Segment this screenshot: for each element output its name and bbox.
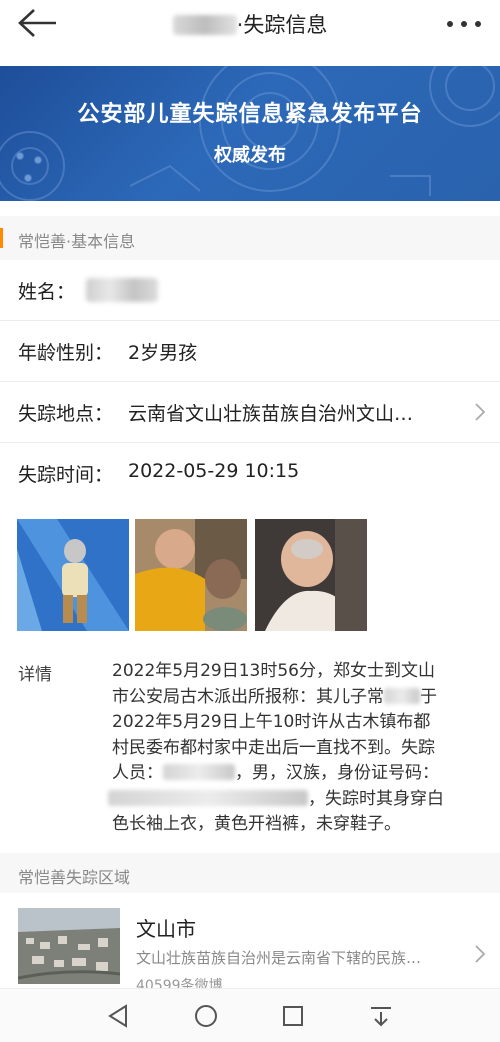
- redacted-name-value: [86, 278, 158, 302]
- details-line: 2022年5月29日上午10时许从古木镇布都: [112, 712, 431, 732]
- more-dots-icon[interactable]: [444, 14, 484, 34]
- location-label: 失踪地点：: [18, 403, 114, 425]
- child-photo-2[interactable]: [135, 519, 247, 631]
- redacted-text: [163, 764, 235, 780]
- time-row: 失踪时间： 2022-05-29 10:15: [0, 443, 500, 503]
- photo-strip: [0, 505, 500, 645]
- redacted-text: [384, 687, 420, 704]
- chevron-right-icon: [475, 403, 486, 421]
- chevron-right-icon: [475, 945, 486, 963]
- city-name: 文山市: [136, 917, 196, 941]
- area-card[interactable]: 文山市 文山壮族苗族自治州是云南省下辖的民族… 40599条微博: [0, 893, 500, 994]
- child-photo-1[interactable]: [17, 519, 129, 631]
- top-bar: ·失踪信息: [0, 0, 500, 46]
- location-value: 云南省文山壮族苗族自治州文山…: [128, 403, 414, 425]
- city-thumbnail: [18, 908, 120, 984]
- location-row[interactable]: 失踪地点： 云南省文山壮族苗族自治州文山…: [0, 382, 500, 443]
- time-value: 2022-05-29 10:15: [128, 460, 300, 482]
- details-label: 详情: [18, 665, 52, 685]
- details-line: 2022年5月29日13时56分，郑女士到文山: [112, 661, 435, 681]
- age-gender-label: 年龄性别：: [18, 342, 114, 364]
- menu-down-icon[interactable]: [366, 1001, 396, 1031]
- area-header: 常恺善失踪区域: [0, 853, 500, 893]
- basic-info-title: 常恺善·基本信息: [18, 232, 136, 251]
- redacted-name: [172, 15, 237, 35]
- age-gender-row: 年龄性别： 2岁男孩: [0, 321, 500, 382]
- name-row: 姓名：: [0, 260, 500, 321]
- details-text: 2022年5月29日13时56分，郑女士到文山 市公安局古木派出所报称：其儿子常…: [108, 659, 482, 838]
- details-line: 色长袖上衣，黄色开裆裤，未穿鞋子。: [112, 814, 401, 834]
- age-gender-value: 2岁男孩: [128, 342, 198, 364]
- circle-home-icon[interactable]: [191, 1001, 221, 1031]
- system-nav-bar: [0, 988, 500, 1042]
- gear-pattern: [0, 66, 500, 201]
- details-block: 详情 2022年5月29日13时56分，郑女士到文山 市公安局古木派出所报称：其…: [0, 645, 500, 845]
- banner: 公安部儿童失踪信息紧急发布平台 权威发布: [0, 66, 500, 201]
- banner-subtitle: 权威发布: [214, 145, 286, 166]
- name-label: 姓名：: [18, 281, 76, 303]
- square-recent-icon[interactable]: [278, 1001, 308, 1031]
- time-label: 失踪时间：: [18, 464, 114, 486]
- child-photo-3[interactable]: [255, 519, 367, 631]
- details-line: 市公安局古木派出所报称：其儿子常于: [112, 686, 437, 707]
- details-line: 村民委布都村家中走出后一直找不到。失踪: [112, 737, 435, 758]
- banner-title: 公安部儿童失踪信息紧急发布平台: [77, 102, 423, 127]
- details-line: 人员： ，男，汉族，身份证号码：: [112, 763, 439, 783]
- triangle-back-icon[interactable]: [104, 1001, 134, 1031]
- area-title: 常恺善失踪区域: [18, 868, 131, 887]
- basic-info-header: 常恺善·基本信息: [0, 216, 500, 260]
- page-title: ·失踪信息: [0, 9, 500, 39]
- details-line: ，失踪时其身穿白: [108, 787, 482, 813]
- section-accent-bar: [0, 228, 3, 248]
- redacted-text: [108, 789, 308, 806]
- city-description: 文山壮族苗族自治州是云南省下辖的民族…: [136, 949, 422, 967]
